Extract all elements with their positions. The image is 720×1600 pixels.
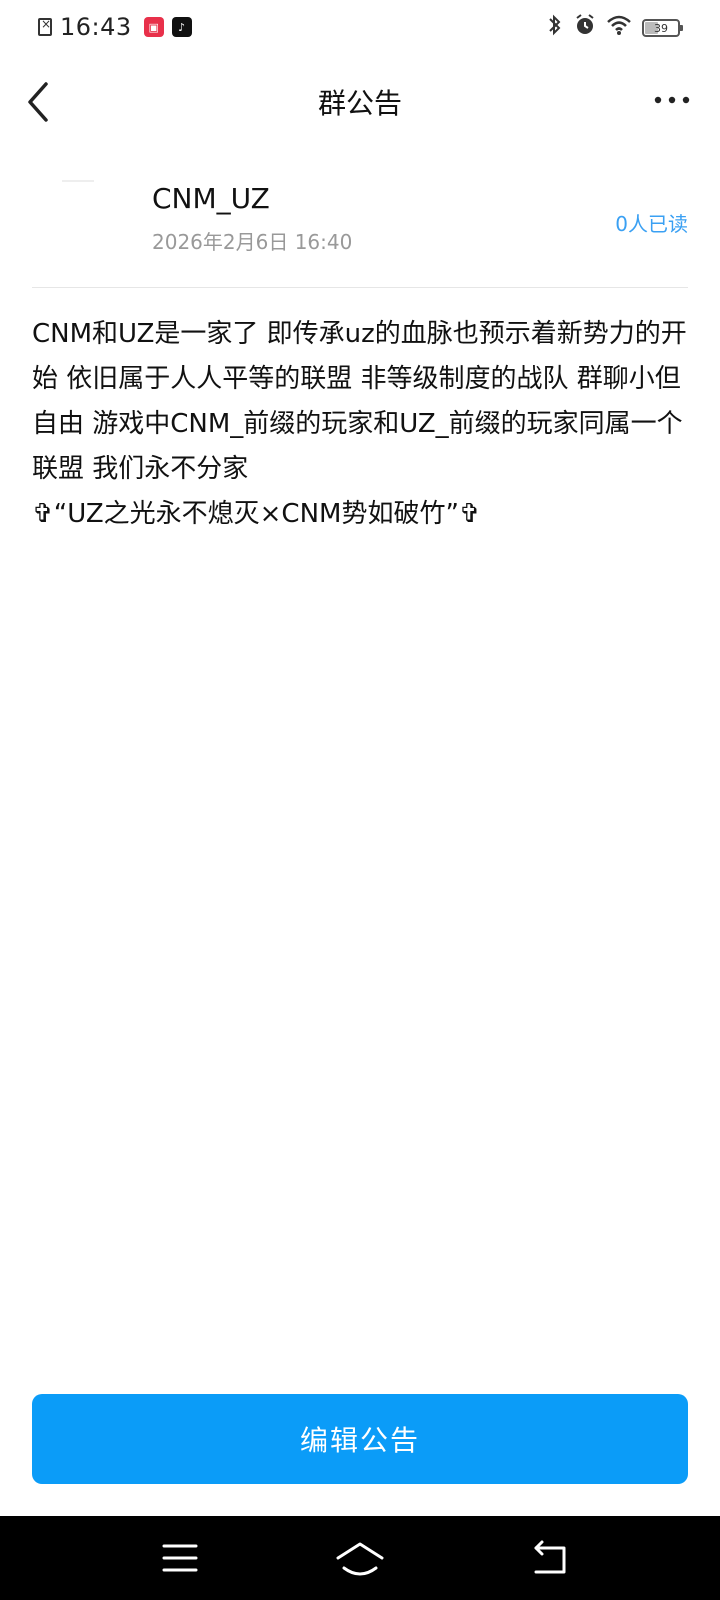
author-name: CNM_UZ	[152, 182, 270, 215]
tiktok-icon: ♪	[171, 17, 192, 37]
red-app-icon: ▣	[143, 17, 164, 37]
more-options-button[interactable]	[648, 80, 696, 120]
status-bar-right: 39	[546, 13, 683, 44]
more-dots-icon	[654, 96, 690, 104]
announcement-author: CNM_UZ 2026年2月6日 16:40 0人已读	[32, 160, 688, 288]
bluetooth-icon	[546, 13, 564, 44]
status-bar: 16:43 ▣ ♪ 39	[0, 0, 720, 56]
post-date: 2026年2月6日 16:40	[152, 230, 353, 254]
alarm-icon	[574, 13, 596, 44]
divider	[32, 287, 688, 288]
recents-button[interactable]	[150, 1534, 210, 1582]
edit-announcement-button[interactable]: 编辑公告	[32, 1394, 688, 1484]
home-button[interactable]	[330, 1534, 390, 1582]
status-time: 16:43	[60, 13, 132, 41]
wifi-icon	[606, 14, 632, 43]
no-sim-icon	[38, 17, 52, 36]
announcement-screen: 16:43 ▣ ♪ 39 群公告	[0, 0, 720, 1600]
avatar[interactable]	[32, 170, 124, 262]
system-back-button[interactable]	[520, 1534, 580, 1582]
battery-level: 39	[654, 21, 668, 35]
status-bar-left: 16:43 ▣ ♪	[38, 12, 200, 42]
page-title: 群公告	[317, 87, 402, 120]
home-icon	[336, 1542, 384, 1576]
read-count-link[interactable]: 0人已读	[615, 208, 688, 237]
system-nav-bar	[0, 1516, 720, 1600]
top-bar: 群公告	[0, 56, 720, 148]
battery-icon: 39	[642, 19, 683, 37]
return-icon	[534, 1540, 566, 1574]
announcement-body: CNM和UZ是一家了 即传承uz的血脉也预示着新势力的开始 依旧属于人人平等的联…	[32, 319, 687, 529]
menu-icon	[162, 1544, 198, 1572]
